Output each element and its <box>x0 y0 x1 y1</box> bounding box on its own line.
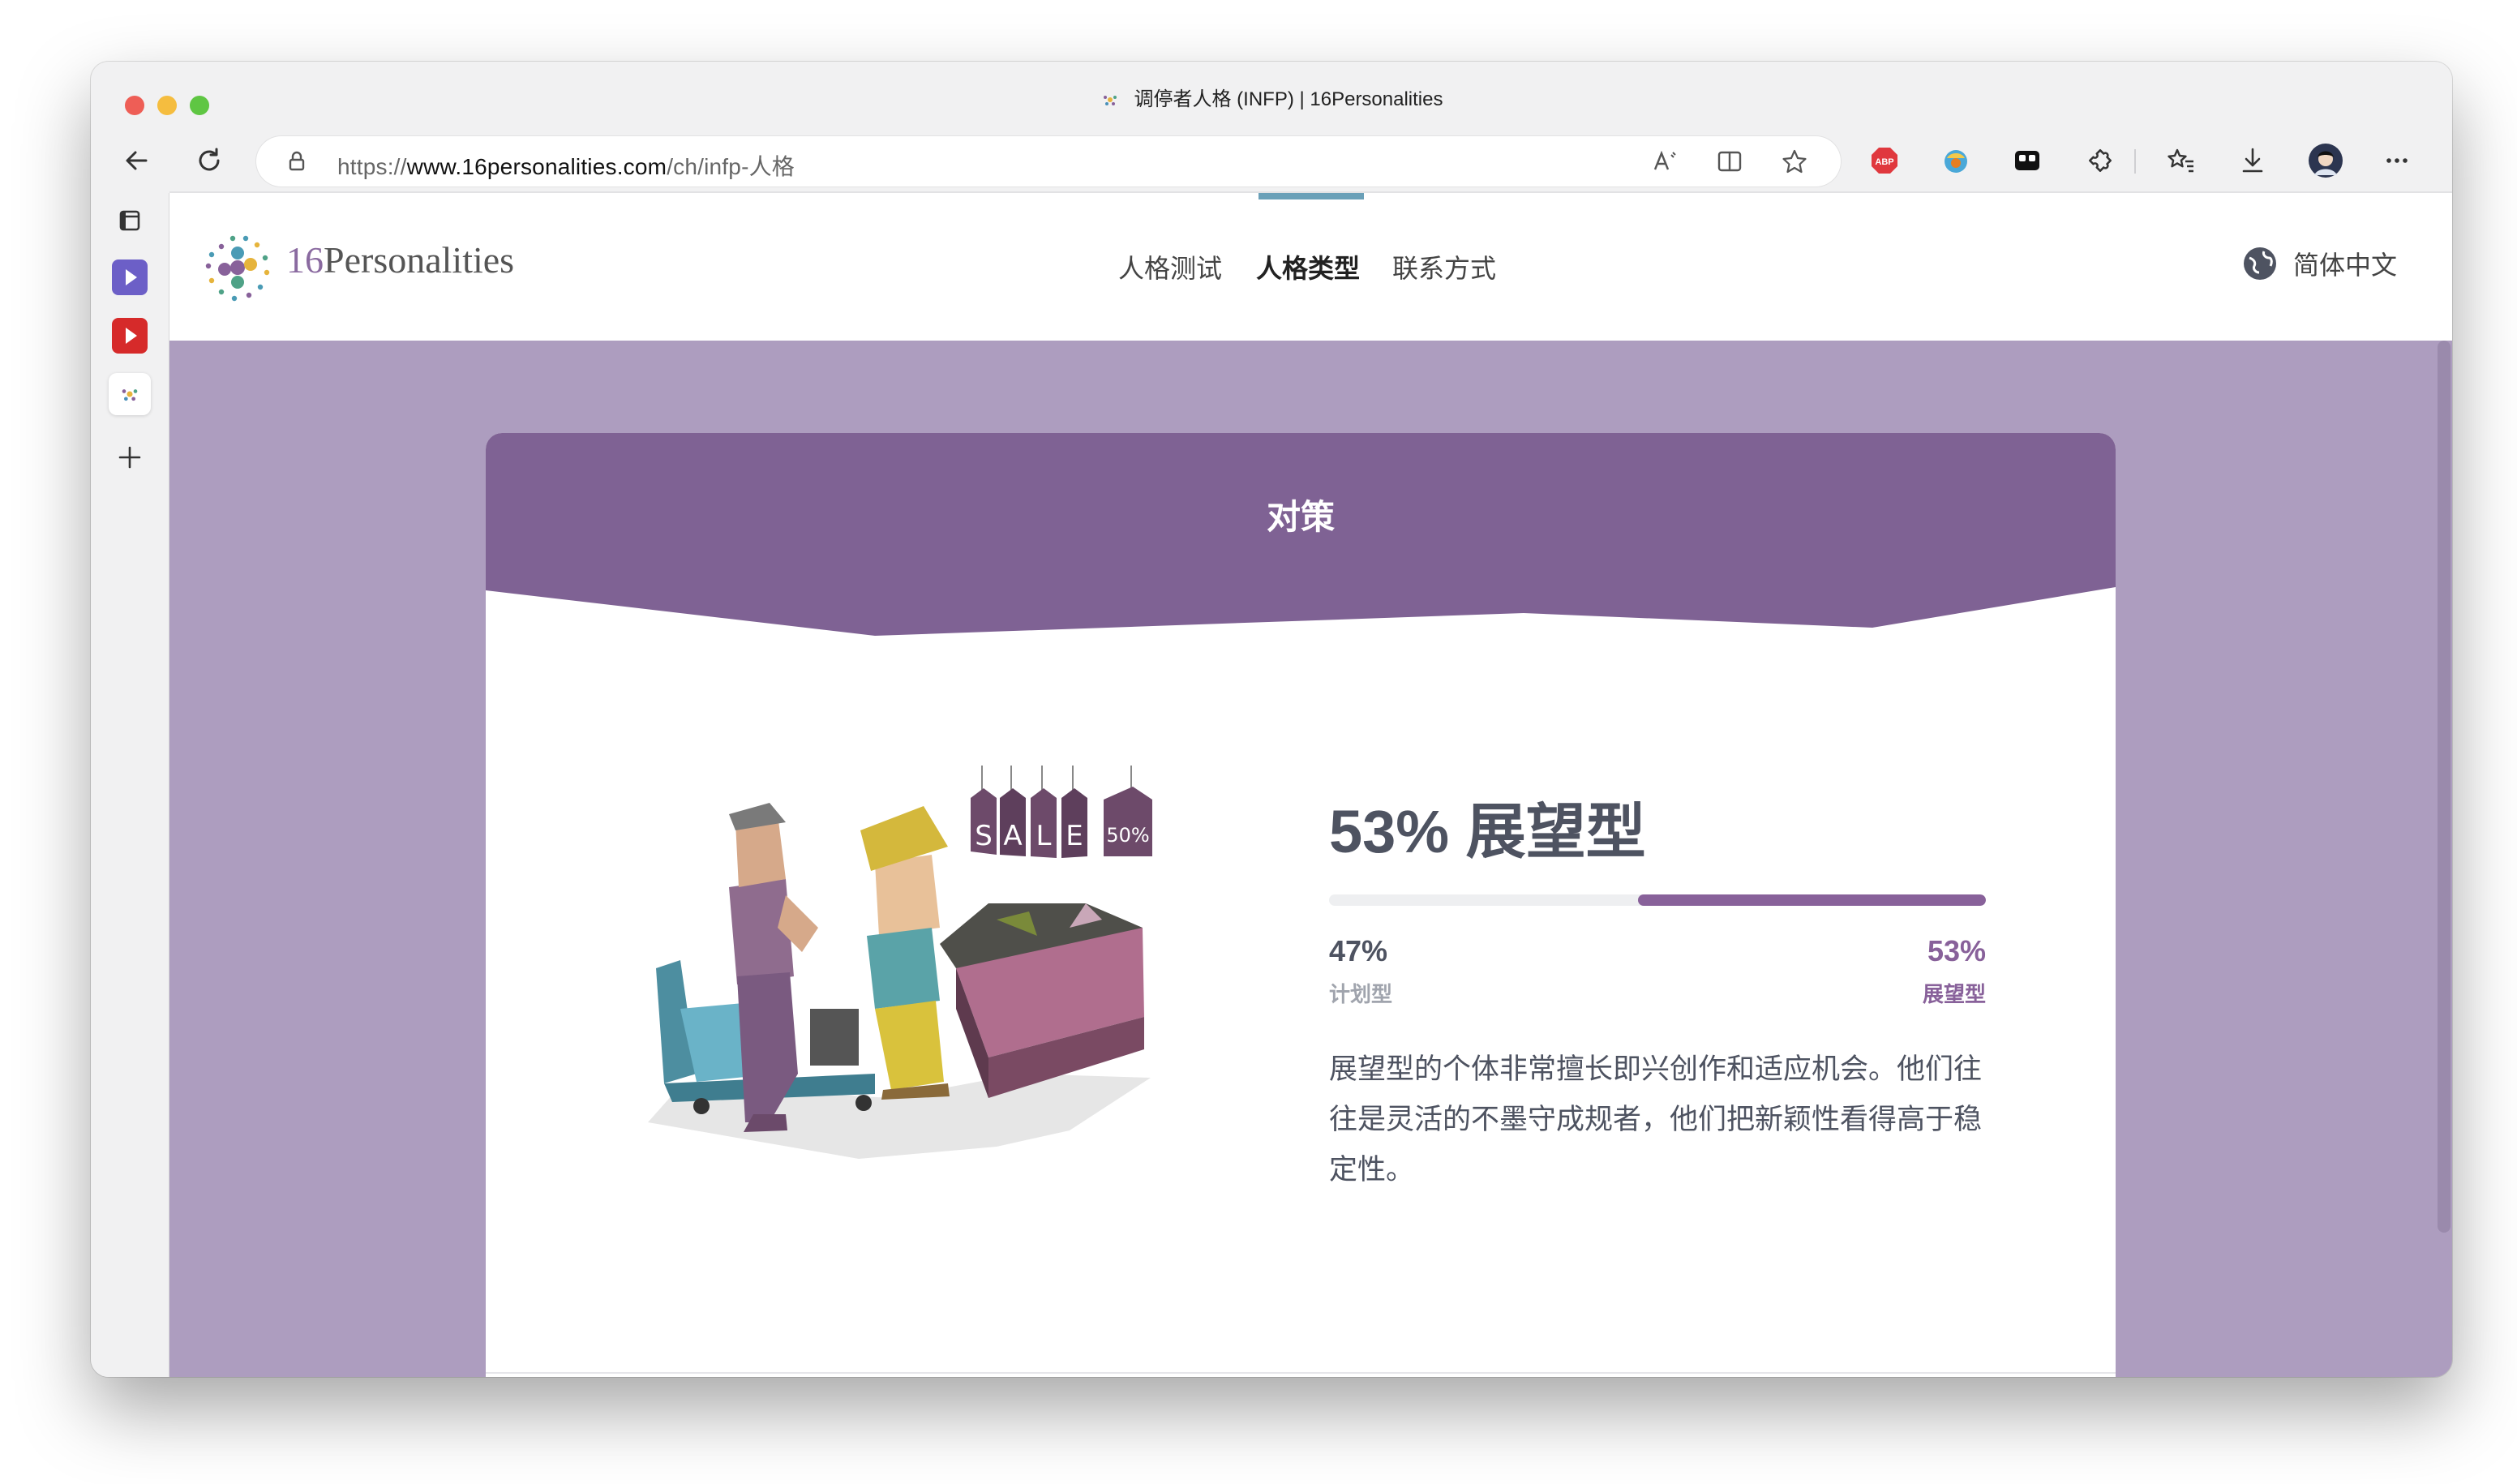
add-icon[interactable] <box>109 436 151 478</box>
reload-icon[interactable] <box>188 139 230 182</box>
split-screen-icon[interactable] <box>1716 148 1743 174</box>
globe-icon <box>2243 247 2276 280</box>
svg-text:E: E <box>1066 820 1083 852</box>
svg-text:S: S <box>975 820 993 852</box>
16personalities-tab-icon[interactable] <box>109 373 151 415</box>
svg-text:50%: 50% <box>1106 824 1149 847</box>
right-trait-label: 展望型 <box>1922 982 1986 1006</box>
page-scrollbar-thumb[interactable] <box>2438 341 2451 1233</box>
card-divider <box>486 1372 2116 1374</box>
favorite-star-icon[interactable] <box>1781 148 1808 175</box>
vertical-tab-sidebar <box>91 193 169 1377</box>
read-aloud-icon[interactable] <box>1653 148 1680 174</box>
back-icon[interactable] <box>115 139 157 182</box>
svg-text:A: A <box>1003 820 1022 852</box>
site-logo-icon[interactable] <box>199 229 277 307</box>
youtube-icon[interactable] <box>109 315 151 357</box>
site-logo-text[interactable]: 16Personalities <box>286 238 514 281</box>
logo-number: 16 <box>286 239 324 281</box>
site-header: 16Personalities 人格测试 人格类型 联系方式 简体中文 <box>169 193 2452 341</box>
traits-card: 对策 S A L E 50% 53% 展望型 47% 53% 计划型 展望型 展… <box>486 433 2116 1377</box>
tab-title-text: 调停者人格 (INFP) | 16Personalities <box>1134 88 1443 110</box>
puzzle-icon[interactable] <box>2079 139 2121 182</box>
trait-progress-fill <box>1637 894 1986 906</box>
tab-actions-icon[interactable] <box>109 199 151 242</box>
language-selector[interactable]: 简体中文 <box>2241 245 2397 282</box>
active-nav-indicator <box>1258 193 1364 199</box>
download-icon[interactable] <box>2232 139 2274 182</box>
nav-personality-types[interactable]: 人格类型 <box>1256 248 1360 285</box>
svg-text:ABP: ABP <box>1875 157 1893 167</box>
adblock-icon[interactable]: ABP <box>1863 139 1906 182</box>
left-trait-percent: 47% <box>1329 934 1388 967</box>
url-scheme: https:// <box>337 154 407 179</box>
lock-icon[interactable] <box>285 150 308 173</box>
url-path: /ch/infp-人格 <box>667 154 795 179</box>
tab-title[interactable]: 调停者人格 (INFP) | 16Personalities <box>91 83 2452 111</box>
browser-toolbar: https://www.16personalities.com/ch/infp-… <box>91 130 2452 193</box>
web-content: 16Personalities 人格测试 人格类型 联系方式 简体中文 对策 S… <box>169 191 2452 1377</box>
svg-text:L: L <box>1036 820 1052 852</box>
title-bar: 调停者人格 (INFP) | 16Personalities <box>91 62 2452 133</box>
extension-icon[interactable] <box>1935 139 1977 182</box>
nav-contact[interactable]: 联系方式 <box>1392 248 1496 285</box>
logo-name: Personalities <box>324 239 515 281</box>
right-trait-percent: 53% <box>1927 934 1986 967</box>
trait-description: 展望型的个体非常擅长即兴创作和适应机会。他们往往是灵活的不墨守成规者，他们把新颖… <box>1329 1053 1983 1186</box>
browser-window: 调停者人格 (INFP) | 16Personalities https://w… <box>91 62 2452 1377</box>
purple-app-icon[interactable] <box>109 256 151 298</box>
site-favicon-icon <box>1103 96 1117 105</box>
tab-manager-icon[interactable] <box>2006 139 2048 182</box>
profile-avatar[interactable] <box>2305 139 2347 182</box>
sale-shopping-illustration: S A L E 50% <box>648 766 1152 1159</box>
url-text[interactable]: https://www.16personalities.com/ch/infp-… <box>337 149 795 182</box>
trait-progress-bar <box>1329 894 1986 906</box>
favorites-icon[interactable] <box>2160 139 2202 182</box>
more-icon[interactable] <box>2376 139 2418 182</box>
toolbar-divider <box>2134 149 2136 174</box>
url-host: www.16personalities.com <box>406 154 667 179</box>
sale-tags: S A L E 50% <box>971 787 1152 858</box>
trait-heading: 53% 展望型 <box>1329 798 1646 865</box>
sale-bin <box>940 903 1144 1098</box>
left-trait-label: 计划型 <box>1329 982 1393 1006</box>
young-man <box>860 806 950 1100</box>
section-title: 对策 <box>1266 498 1335 536</box>
address-bar[interactable]: https://www.16personalities.com/ch/infp-… <box>256 136 1841 187</box>
language-label: 简体中文 <box>2292 251 2397 280</box>
nav-personality-test[interactable]: 人格测试 <box>1118 248 1222 285</box>
